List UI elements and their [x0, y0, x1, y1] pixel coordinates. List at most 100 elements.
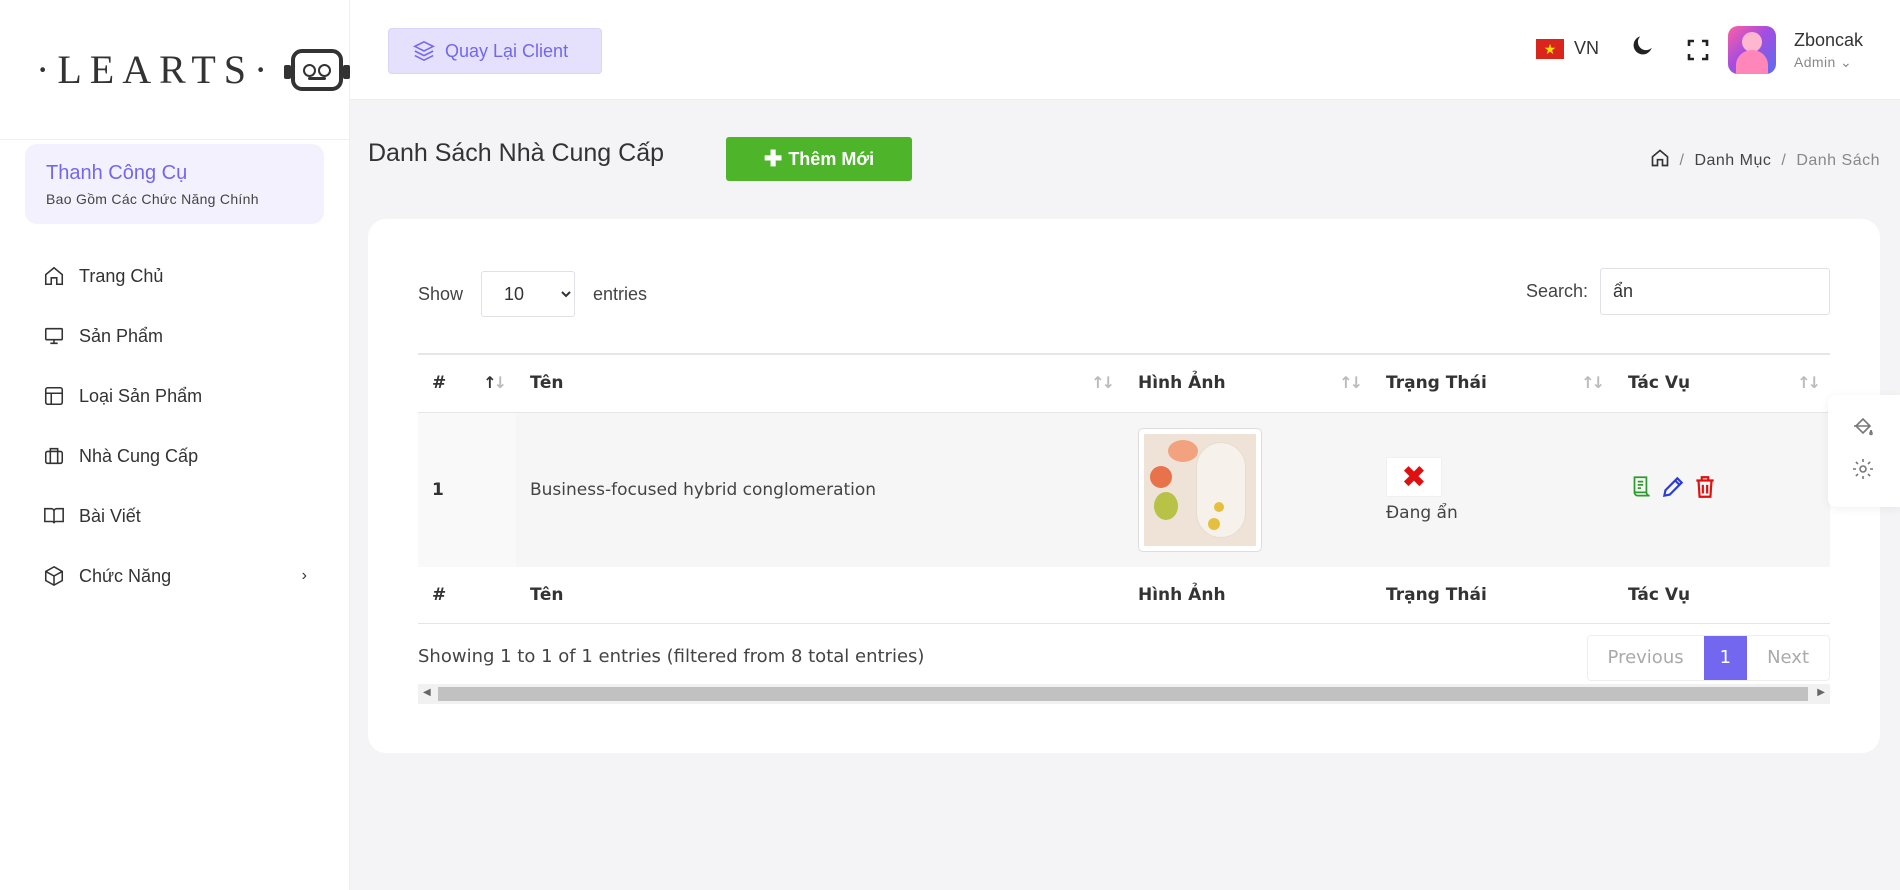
- sidebar-item-label: Nhà Cung Cấp: [79, 445, 199, 466]
- col-header-status[interactable]: Trạng Thái ↑↓: [1372, 353, 1614, 413]
- sidebar-item-chuc-nang[interactable]: Chức Năng ›: [0, 546, 349, 606]
- page-length-control: Show 10 entries: [418, 271, 647, 317]
- sidebar-item-bai-viet[interactable]: Bài Viết: [0, 486, 349, 546]
- search-input[interactable]: [1600, 268, 1830, 315]
- sidebar-item-label: Sản Phẩm: [79, 325, 164, 346]
- user-name: Zboncak: [1794, 30, 1864, 50]
- toolbox-header: Thanh Công Cụ Bao Gồm Các Chức Năng Chín…: [25, 144, 324, 224]
- back-to-client-label: Quay Lại Client: [445, 40, 569, 61]
- row-name: Business-focused hybrid conglomeration: [516, 412, 1124, 567]
- logo[interactable]: ·LEARTS·: [0, 0, 351, 140]
- footer-col-actions: Tác Vụ: [1614, 567, 1830, 624]
- sidebar-item-nha-cung-cap[interactable]: Nhà Cung Cấp: [0, 426, 349, 486]
- moon-icon: [1633, 36, 1652, 55]
- pagination-next[interactable]: Next: [1747, 636, 1829, 680]
- supplier-image[interactable]: [1138, 427, 1262, 552]
- row-status-cell: ✖ Đang ẩn: [1372, 412, 1614, 567]
- plus-icon: ✚: [763, 146, 783, 171]
- sort-icon: ↑↓: [1581, 373, 1605, 392]
- breadcrumb-item[interactable]: Danh Mục: [1694, 152, 1771, 170]
- suppliers-table: # ↑↓ Tên ↑↓ Hình Ảnh ↑↓ Trạng Thái ↑↓ Tác Vụ…: [418, 353, 1830, 624]
- entries-label: entries: [593, 283, 648, 304]
- monitor-icon: [44, 327, 64, 345]
- hidden-status-icon[interactable]: ✖: [1386, 456, 1442, 497]
- page-title: Danh Sách Nhà Cung Cấp: [368, 139, 665, 167]
- breadcrumb-current: Danh Sách: [1796, 151, 1880, 169]
- paint-bucket-icon[interactable]: [1851, 415, 1875, 444]
- breadcrumb: / Danh Mục / Danh Sách: [1650, 148, 1881, 173]
- breadcrumb-separator: /: [1781, 151, 1787, 169]
- home-icon: [44, 266, 64, 286]
- avatar[interactable]: [1728, 26, 1776, 74]
- scroll-left-icon[interactable]: ◀: [423, 687, 431, 698]
- sidebar-item-loai-san-pham[interactable]: Loại Sản Phẩm: [0, 366, 349, 426]
- col-header-id[interactable]: # ↑↓: [418, 353, 516, 413]
- col-header-image[interactable]: Hình Ảnh ↑↓: [1124, 353, 1372, 413]
- sidebar: ·LEARTS· Thanh Công Cụ Bao Gồm Các Chức …: [0, 0, 351, 890]
- user-menu[interactable]: Zboncak Admin ⌄: [1794, 30, 1863, 71]
- row-actions-cell: [1614, 412, 1830, 567]
- pagination-page-1[interactable]: 1: [1703, 636, 1748, 680]
- show-label: Show: [418, 283, 464, 304]
- col-header-name[interactable]: Tên ↑↓: [516, 353, 1124, 413]
- footer-col-image: Hình Ảnh: [1124, 567, 1372, 624]
- footer-col-name: Tên: [516, 567, 1124, 624]
- search-control: Search:: [1526, 268, 1830, 315]
- pagination: Previous 1 Next: [1586, 635, 1830, 681]
- pagination-previous[interactable]: Previous: [1588, 636, 1704, 680]
- robot-logo-icon: [284, 48, 351, 91]
- user-role-label: Admin: [1794, 54, 1836, 70]
- row-id: 1: [418, 412, 516, 567]
- detail-icon[interactable]: [1628, 474, 1654, 505]
- sidebar-menu: Trang Chủ Sản Phẩm Loại Sản Phẩm Nhà Cun…: [0, 246, 349, 606]
- language-switcher[interactable]: ★ VN: [1536, 38, 1599, 59]
- col-header-actions[interactable]: Tác Vụ ↑↓: [1614, 353, 1830, 413]
- sort-icon: ↑↓: [1091, 373, 1115, 392]
- customizer-panel: [1828, 395, 1900, 507]
- page-length-select[interactable]: 10: [481, 271, 576, 317]
- fullscreen-icon: [1687, 39, 1709, 61]
- user-role: Admin ⌄: [1794, 54, 1863, 71]
- sidebar-item-label: Trang Chủ: [79, 265, 164, 286]
- sort-icon: ↑↓: [1797, 373, 1821, 392]
- layout-icon: [44, 386, 64, 406]
- sidebar-item-san-pham[interactable]: Sản Phẩm: [0, 306, 349, 366]
- book-icon: [44, 507, 64, 524]
- sidebar-item-trang-chu[interactable]: Trang Chủ: [0, 246, 349, 306]
- sidebar-item-label: Chức Năng: [79, 565, 172, 586]
- sidebar-item-label: Bài Viết: [79, 505, 141, 526]
- horizontal-scrollbar[interactable]: ◀ ▶: [418, 684, 1830, 704]
- delete-trash-icon[interactable]: [1692, 474, 1718, 505]
- table-info: Showing 1 to 1 of 1 entries (filtered fr…: [418, 646, 925, 667]
- edit-pencil-icon[interactable]: [1660, 474, 1686, 505]
- scroll-right-icon[interactable]: ▶: [1817, 687, 1825, 698]
- table-footer-row: # Tên Hình Ảnh Trạng Thái Tác Vụ: [418, 567, 1830, 624]
- footer-col-status: Trạng Thái: [1372, 567, 1614, 624]
- sort-icon: ↑↓: [483, 373, 507, 392]
- row-status-text: Đang ẩn: [1386, 502, 1458, 523]
- table-header-row: # ↑↓ Tên ↑↓ Hình Ảnh ↑↓ Trạng Thái ↑↓ Tác Vụ…: [418, 353, 1830, 413]
- logo-text: ·LEARTS·: [36, 47, 276, 92]
- layers-icon: [413, 40, 435, 62]
- breadcrumb-separator: /: [1679, 151, 1685, 169]
- language-label: VN: [1574, 38, 1600, 58]
- briefcase-icon: [44, 447, 64, 465]
- home-icon[interactable]: [1650, 148, 1670, 173]
- table-row: 1 Business-focused hybrid conglomeration…: [418, 412, 1830, 567]
- settings-gear-icon[interactable]: [1851, 457, 1875, 486]
- topbar: Quay Lại Client ★ VN Zboncak Admin ⌄: [350, 0, 1900, 100]
- fullscreen-toggle[interactable]: [1686, 38, 1710, 67]
- suppliers-card: Show 10 entries Search: #↑↓ Tên↑↓ Hình Ả…: [368, 219, 1880, 753]
- chevron-right-icon: ›: [301, 567, 307, 584]
- dark-mode-toggle[interactable]: [1630, 32, 1656, 63]
- sort-icon: ↑↓: [1339, 373, 1363, 392]
- row-image-cell: [1124, 412, 1372, 567]
- add-new-button[interactable]: ✚ Thêm Mới: [726, 137, 912, 181]
- vietnam-flag-icon: ★: [1536, 38, 1564, 59]
- scrollbar-thumb[interactable]: [438, 687, 1808, 701]
- sidebar-item-label: Loại Sản Phẩm: [79, 385, 203, 406]
- toolbox-title: Thanh Công Cụ: [46, 162, 188, 184]
- chevron-down-icon: ⌄: [1839, 54, 1853, 70]
- back-to-client-button[interactable]: Quay Lại Client: [388, 28, 602, 74]
- toolbox-subtitle: Bao Gồm Các Chức Năng Chính: [46, 191, 259, 207]
